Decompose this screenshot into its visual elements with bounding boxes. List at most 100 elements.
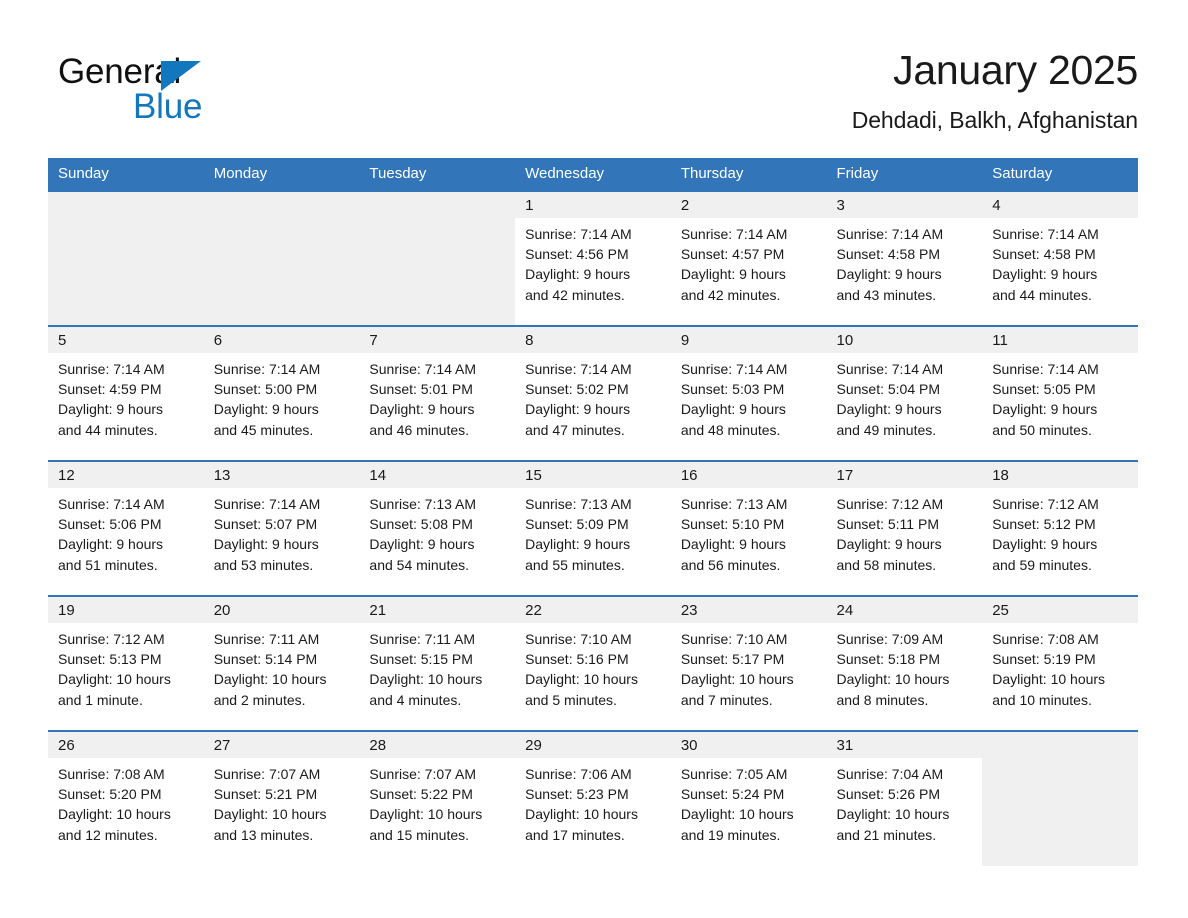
day-detail-line: Sunrise: 7:14 AM: [213, 496, 321, 512]
calendar-day-cell[interactable]: 12 Sunrise: 7:14 AM Sunset: 5:06 PM Dayligh…: [48, 460, 204, 596]
day-details: Sunrise: 7:12 AM Sunset: 5:12 PM Daylight:…: [982, 488, 1138, 575]
calendar-day-cell[interactable]: 4 Sunrise: 7:14 AM Sunset: 4:58 PM Daylight…: [982, 190, 1138, 326]
day-detail-line: Daylight: 10 hours: [369, 806, 483, 823]
day-details: Sunrise: 7:14 AM Sunset: 5:00 PM Daylight:…: [203, 353, 360, 440]
calendar-day-cell[interactable]: 25 Sunrise: 7:08 AM Sunset: 5:19 PM Dayligh…: [982, 595, 1138, 731]
day-details: Sunrise: 7:14 AM Sunset: 4:58 PM Daylight:…: [826, 218, 983, 305]
day-number: 4: [982, 192, 1138, 218]
day-detail-line: and 42 minutes.: [525, 286, 625, 303]
calendar-day-cell[interactable]: 10 Sunrise: 7:14 AM Sunset: 5:04 PM Dayligh…: [826, 325, 983, 461]
day-number: [48, 192, 204, 218]
day-detail-line: Daylight: 10 hours: [369, 671, 483, 688]
day-detail-line: Sunset: 5:02 PM: [525, 381, 629, 398]
calendar-body: 1 Sunrise: 7:14 AM Sunset: 4:56 PM Daylight…: [48, 190, 1138, 866]
day-detail-line: Daylight: 9 hours: [680, 266, 786, 283]
day-number: 30: [670, 732, 827, 758]
calendar-day-cell-empty: [203, 190, 360, 326]
day-details: Sunrise: 7:10 AM Sunset: 5:16 PM Daylight:…: [515, 623, 671, 710]
day-detail-line: Daylight: 10 hours: [525, 806, 638, 823]
day-number: 8: [515, 327, 671, 353]
day-detail-line: Sunset: 5:00 PM: [213, 381, 318, 398]
calendar-day-cell-empty: [359, 190, 516, 326]
day-number: 5: [48, 327, 204, 353]
day-detail-line: Sunset: 5:04 PM: [836, 381, 941, 398]
calendar-day-cell[interactable]: 9 Sunrise: 7:14 AM Sunset: 5:03 PM Daylight…: [670, 325, 827, 461]
day-detail-line: and 21 minutes.: [836, 826, 937, 843]
day-detail-line: Daylight: 9 hours: [992, 401, 1098, 418]
day-details: Sunrise: 7:11 AM Sunset: 5:14 PM Daylight:…: [203, 623, 360, 710]
calendar-day-cell[interactable]: 27 Sunrise: 7:07 AM Sunset: 5:21 PM Dayligh…: [203, 730, 360, 866]
calendar-day-cell[interactable]: 18 Sunrise: 7:12 AM Sunset: 5:12 PM Dayligh…: [982, 460, 1138, 596]
calendar-day-cell[interactable]: 7 Sunrise: 7:14 AM Sunset: 5:01 PM Daylight…: [359, 325, 516, 461]
day-detail-line: Daylight: 10 hours: [680, 671, 794, 688]
calendar-day-cell[interactable]: 14 Sunrise: 7:13 AM Sunset: 5:08 PM Dayligh…: [359, 460, 516, 596]
page-title: January 2025: [893, 47, 1138, 93]
calendar-day-cell[interactable]: 11 Sunrise: 7:14 AM Sunset: 5:05 PM Dayligh…: [982, 325, 1138, 461]
calendar-week-row: 5 Sunrise: 7:14 AM Sunset: 4:59 PM Daylight…: [48, 325, 1138, 461]
calendar-day-cell[interactable]: 24 Sunrise: 7:09 AM Sunset: 5:18 PM Dayligh…: [826, 595, 983, 731]
day-details: Sunrise: 7:14 AM Sunset: 4:56 PM Daylight:…: [515, 218, 671, 305]
calendar-day-cell[interactable]: 31 Sunrise: 7:04 AM Sunset: 5:26 PM Dayligh…: [826, 730, 983, 866]
calendar-day-cell[interactable]: 26 Sunrise: 7:08 AM Sunset: 5:20 PM Dayligh…: [48, 730, 204, 866]
day-detail-line: Sunrise: 7:07 AM: [369, 766, 477, 782]
day-details: Sunrise: 7:06 AM Sunset: 5:23 PM Daylight:…: [515, 758, 671, 845]
calendar-day-cell[interactable]: 3 Sunrise: 7:14 AM Sunset: 4:58 PM Daylight…: [826, 190, 983, 326]
day-details: Sunrise: 7:11 AM Sunset: 5:15 PM Daylight:…: [359, 623, 516, 710]
day-detail-line: and 54 minutes.: [369, 556, 470, 573]
day-number: 2: [670, 192, 827, 218]
title-block: January 2025 Dehdadi, Balkh, Afghanistan: [852, 44, 1139, 136]
calendar-day-cell[interactable]: 2 Sunrise: 7:14 AM Sunset: 4:57 PM Daylight…: [670, 190, 827, 326]
day-number: 31: [826, 732, 983, 758]
calendar-day-cell[interactable]: 28 Sunrise: 7:07 AM Sunset: 5:22 PM Dayligh…: [359, 730, 516, 866]
day-detail-line: and 58 minutes.: [836, 556, 937, 573]
day-detail-line: Sunset: 5:03 PM: [680, 381, 785, 398]
day-detail-line: Sunset: 5:21 PM: [213, 786, 318, 803]
day-detail-line: and 44 minutes.: [58, 421, 158, 438]
calendar-day-cell[interactable]: 17 Sunrise: 7:12 AM Sunset: 5:11 PM Dayligh…: [826, 460, 983, 596]
day-detail-line: Sunset: 5:06 PM: [58, 516, 162, 533]
day-details: Sunrise: 7:14 AM Sunset: 4:58 PM Daylight:…: [982, 218, 1138, 305]
day-detail-line: Sunset: 4:58 PM: [992, 246, 1096, 263]
calendar-day-cell[interactable]: 13 Sunrise: 7:14 AM Sunset: 5:07 PM Dayligh…: [203, 460, 360, 596]
day-detail-line: Sunrise: 7:09 AM: [836, 631, 944, 647]
calendar-day-cell[interactable]: 6 Sunrise: 7:14 AM Sunset: 5:00 PM Daylight…: [203, 325, 360, 461]
calendar-day-cell[interactable]: 20 Sunrise: 7:11 AM Sunset: 5:14 PM Dayligh…: [203, 595, 360, 731]
day-detail-line: Sunrise: 7:12 AM: [836, 496, 944, 512]
calendar-day-cell[interactable]: 15 Sunrise: 7:13 AM Sunset: 5:09 PM Dayligh…: [515, 460, 671, 596]
calendar-day-cell[interactable]: 30 Sunrise: 7:05 AM Sunset: 5:24 PM Dayligh…: [670, 730, 827, 866]
day-detail-line: Daylight: 9 hours: [836, 401, 942, 418]
calendar-day-cell[interactable]: 23 Sunrise: 7:10 AM Sunset: 5:17 PM Dayligh…: [670, 595, 827, 731]
calendar-day-cell[interactable]: 29 Sunrise: 7:06 AM Sunset: 5:23 PM Dayligh…: [515, 730, 671, 866]
day-number: 17: [826, 462, 983, 488]
day-detail-line: Sunset: 5:22 PM: [369, 786, 473, 803]
calendar-day-cell[interactable]: 8 Sunrise: 7:14 AM Sunset: 5:02 PM Daylight…: [515, 325, 671, 461]
day-detail-line: and 43 minutes.: [836, 286, 937, 303]
calendar-day-cell[interactable]: 16 Sunrise: 7:13 AM Sunset: 5:10 PM Dayligh…: [670, 460, 827, 596]
day-detail-line: Daylight: 9 hours: [525, 401, 631, 418]
day-detail-line: Sunset: 4:56 PM: [525, 246, 629, 263]
calendar-day-cell[interactable]: 19 Sunrise: 7:12 AM Sunset: 5:13 PM Dayligh…: [48, 595, 204, 731]
calendar-page: General Blue January 2025 Dehdadi, Balkh…: [0, 0, 1188, 918]
day-number: 22: [515, 597, 671, 623]
day-detail-line: Sunrise: 7:06 AM: [525, 766, 632, 782]
day-detail-line: Sunset: 5:12 PM: [992, 516, 1096, 533]
day-detail-line: Sunset: 5:19 PM: [992, 651, 1096, 668]
day-details: Sunrise: 7:14 AM Sunset: 4:59 PM Daylight:…: [48, 353, 204, 440]
calendar-day-cell[interactable]: 5 Sunrise: 7:14 AM Sunset: 4:59 PM Daylight…: [48, 325, 204, 461]
day-detail-line: Sunset: 5:20 PM: [58, 786, 162, 803]
day-number: 20: [203, 597, 360, 623]
day-detail-line: Daylight: 9 hours: [680, 401, 786, 418]
calendar-day-cell-empty: [982, 730, 1138, 866]
day-detail-line: Sunrise: 7:05 AM: [680, 766, 788, 782]
day-details: [982, 758, 1138, 764]
day-detail-line: Sunrise: 7:12 AM: [992, 496, 1099, 512]
calendar-day-cell[interactable]: 1 Sunrise: 7:14 AM Sunset: 4:56 PM Daylight…: [515, 190, 671, 326]
calendar-day-cell[interactable]: 21 Sunrise: 7:11 AM Sunset: 5:15 PM Dayligh…: [359, 595, 516, 731]
day-number: [359, 192, 516, 218]
day-detail-line: Sunset: 5:17 PM: [680, 651, 785, 668]
day-number: 25: [982, 597, 1138, 623]
day-details: Sunrise: 7:10 AM Sunset: 5:17 PM Daylight:…: [670, 623, 827, 710]
day-detail-line: Sunset: 5:11 PM: [836, 516, 939, 533]
calendar-day-cell[interactable]: 22 Sunrise: 7:10 AM Sunset: 5:16 PM Dayligh…: [515, 595, 671, 731]
day-number: 1: [515, 192, 671, 218]
